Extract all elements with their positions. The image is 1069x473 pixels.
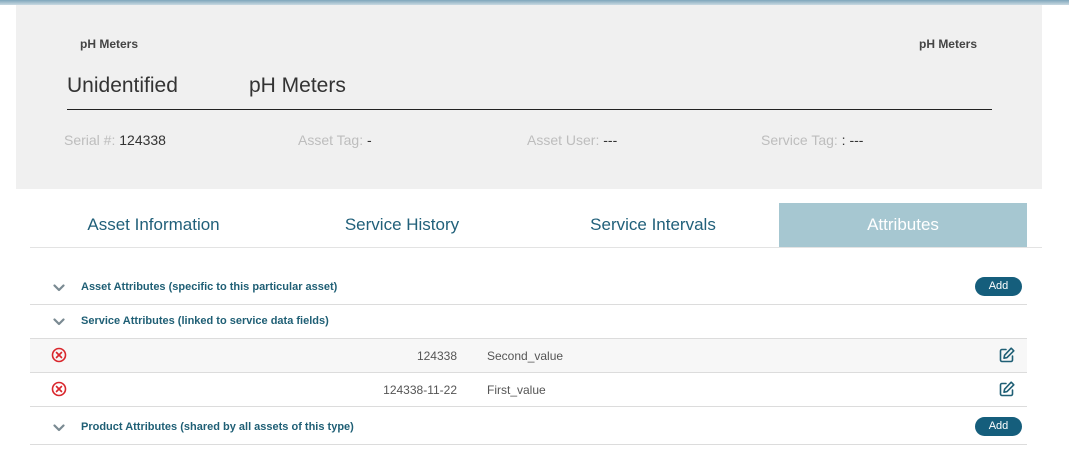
- asset-tag-label: Asset Tag:: [298, 132, 364, 148]
- tab-asset-information[interactable]: Asset Information: [30, 203, 277, 247]
- product-attributes-title: Product Attributes (shared by all assets…: [81, 421, 354, 433]
- manufacturer-name: Unidentified: [67, 74, 178, 97]
- edit-icon[interactable]: [998, 380, 1016, 398]
- service-attributes-title: Service Attributes (linked to service da…: [81, 315, 329, 327]
- add-asset-attribute-button[interactable]: Add: [975, 277, 1022, 296]
- asset-tag: Asset Tag: -: [298, 132, 372, 148]
- asset-tag-value: -: [363, 132, 372, 148]
- product-attributes-section[interactable]: Product Attributes (shared by all assets…: [30, 411, 1027, 445]
- asset-user-label: Asset User:: [527, 132, 600, 148]
- attribute-name: Second_value: [487, 349, 564, 363]
- tab-attributes[interactable]: Attributes: [779, 203, 1027, 247]
- header-divider: [67, 109, 992, 110]
- chevron-down-icon[interactable]: [53, 282, 65, 294]
- attribute-value: 124338: [416, 349, 457, 363]
- serial-number: Serial #: 124338: [64, 132, 166, 148]
- asset-attributes-title: Asset Attributes (specific to this parti…: [81, 281, 338, 293]
- category-label-left: pH Meters: [80, 37, 139, 51]
- chevron-down-icon[interactable]: [53, 316, 65, 328]
- chevron-down-icon[interactable]: [53, 422, 65, 434]
- table-row: 124338-11-22 First_value: [30, 373, 1027, 407]
- attribute-name: First_value: [487, 383, 546, 397]
- asset-attributes-section[interactable]: Asset Attributes (specific to this parti…: [30, 271, 1027, 305]
- add-product-attribute-button[interactable]: Add: [975, 417, 1022, 436]
- serial-label: Serial #:: [64, 132, 116, 148]
- table-row: 124338 Second_value: [30, 339, 1027, 373]
- tab-bar: Asset Information Service History Servic…: [30, 203, 1042, 248]
- edit-icon[interactable]: [998, 346, 1016, 364]
- category-label-right: pH Meters: [918, 37, 977, 51]
- service-attributes-section[interactable]: Service Attributes (linked to service da…: [30, 305, 1027, 339]
- attribute-value: 124338-11-22: [383, 383, 457, 397]
- remove-circle-icon[interactable]: [51, 381, 67, 397]
- model-name: pH Meters: [249, 74, 346, 97]
- serial-value: 124338: [115, 132, 166, 148]
- service-tag-value: : ---: [837, 132, 864, 148]
- service-tag: Service Tag: : ---: [761, 132, 863, 148]
- tab-service-history[interactable]: Service History: [277, 203, 527, 247]
- asset-user-value: ---: [599, 132, 618, 148]
- service-tag-label: Service Tag:: [761, 132, 838, 148]
- tab-service-intervals[interactable]: Service Intervals: [527, 203, 779, 247]
- asset-header: pH Meters pH Meters Unidentified pH Mete…: [16, 5, 1042, 189]
- remove-circle-icon[interactable]: [51, 347, 67, 363]
- asset-user: Asset User: ---: [527, 132, 617, 148]
